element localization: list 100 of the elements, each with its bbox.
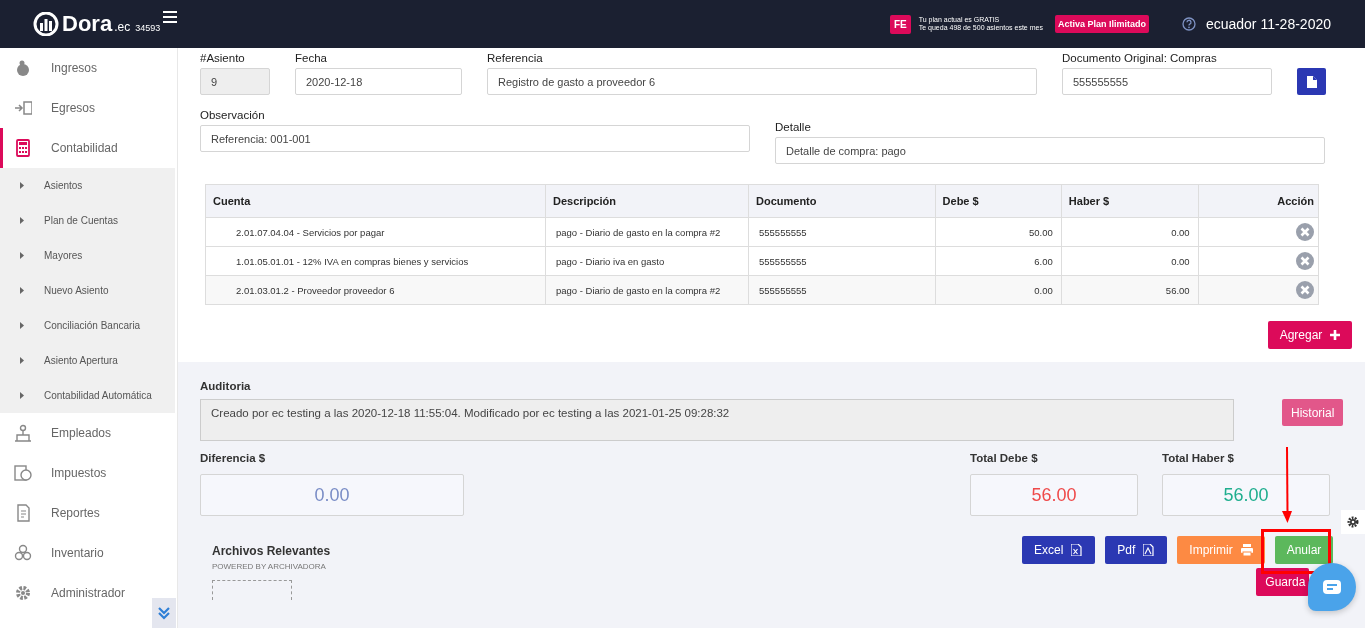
table-cell: 2.01.07.04.04 - Servicios por pagar [205,217,546,247]
submenu-item[interactable]: Asientos [0,168,175,203]
sidebar-item[interactable]: Administrador [0,573,177,613]
audit-text-area: Creado por ec testing a las 2020-12-18 11:55:04. Modificado por ec testing a las 2021-01-25 09:28:32 [200,399,1234,441]
submenu-item[interactable]: Nuevo Asiento [0,273,175,308]
sidebar-item[interactable]: Egresos [0,88,177,128]
reference-field[interactable]: Registro de gasto a proveedor 6 [487,68,1037,95]
field-label: Documento Original: Compras [1062,51,1218,66]
user-date: ecuador 11-28-2020 [1205,16,1331,32]
remove-icon [1296,281,1314,299]
table-cell: 555555555 [748,246,936,276]
table-cell: 555555555 [748,217,936,247]
sidebar-icon [14,139,32,157]
column-header: Documento [748,184,936,218]
table-cell: 0.00 [1061,246,1199,276]
plus-icon [1330,330,1341,340]
caret-icon [20,217,24,224]
field-label: Observación [200,108,266,123]
sidebar-icon [14,584,32,602]
caret-icon [20,357,24,364]
table-cell: pago - Diario de gasto en la compra #2 [545,217,749,247]
settings-button[interactable] [1341,510,1365,534]
table-cell: 1.01.05.01.01 - 12% IVA en compras bienes y servicios [205,246,546,276]
document-field[interactable]: 555555555 [1062,68,1272,95]
column-header: Haber $ [1061,184,1199,218]
column-header: Acción [1198,184,1319,218]
sidebar-icon [14,59,32,77]
caret-icon [20,322,24,329]
scroll-down-button[interactable] [152,598,176,628]
sidebar-icon [14,424,32,442]
table-cell: 0.00 [1061,217,1199,247]
table-cell: 6.00 [935,246,1062,276]
table-cell: pago - Diario de gasto en la compra #2 [545,275,749,305]
chart-logo-icon [32,12,60,36]
column-header: Descripción [545,184,749,218]
settings-icon [1347,516,1359,528]
remove-icon [1296,252,1314,270]
file-drop-zone[interactable] [212,580,292,600]
total-value-field: 56.00 [1162,474,1330,516]
date-field[interactable]: 2020-12-18 [295,68,462,95]
chat-button[interactable] [1308,563,1356,611]
entry-number-field[interactable]: 9 [200,68,270,95]
sidebar-icon [14,464,32,482]
powered-by-text: POWERED BY ARCHIVADORA [212,562,327,571]
submenu-item[interactable]: Plan de Cuentas [0,203,175,238]
pdf-file-icon [1143,544,1156,556]
double-chevron-icon [157,606,171,620]
document-icon [1306,75,1317,88]
printer-icon [1240,544,1253,556]
menu-icon [163,11,178,23]
save-button[interactable]: Guarda [1256,568,1310,596]
sidebar-icon [14,544,32,562]
caret-icon [20,252,24,259]
detail-field[interactable]: Detalle de compra: pago [775,137,1325,164]
sidebar-item[interactable]: Reportes [0,493,177,533]
section-title: Archivos Relevantes [212,544,331,558]
field-label: Detalle [775,120,812,135]
document-button[interactable] [1297,68,1326,95]
total-value-field: 0.00 [200,474,464,516]
upgrade-button[interactable]: Activa Plan Ilimitado [1054,15,1149,33]
caret-icon [20,392,24,399]
table-cell: 50.00 [935,217,1062,247]
field-label: Referencia [487,51,544,66]
field-label: Total Debe $ [970,451,1039,466]
sidebar-item[interactable]: Inventario [0,533,177,573]
field-label: Fecha [295,51,328,66]
field-label: Diferencia $ [200,451,267,466]
column-header: Debe $ [935,184,1062,218]
sidebar-item[interactable]: Empleados [0,413,177,453]
sidebar-item[interactable]: Ingresos [0,48,177,88]
spreadsheet-file-icon [1071,544,1084,556]
sidebar-icon [14,99,32,117]
chat-icon [1323,580,1341,594]
remove-icon [1296,223,1314,241]
table-cell: 2.01.03.01.2 - Proveedor proveedor 6 [205,275,546,305]
field-label: Total Haber $ [1162,451,1235,466]
total-value-field: 56.00 [970,474,1138,516]
submenu-item[interactable]: Contabilidad Automática [0,378,175,413]
sidebar-item[interactable]: Impuestos [0,453,177,493]
sidebar-icon [14,504,32,522]
caret-icon [20,287,24,294]
submenu-item[interactable]: Mayores [0,238,175,273]
history-button[interactable]: Historial [1282,399,1344,426]
caret-icon [20,182,24,189]
column-header: Cuenta [205,184,546,218]
account-number: 34593 [135,23,161,33]
help-icon [1181,17,1196,31]
submenu-item[interactable]: Asiento Apertura [0,343,175,378]
table-cell: pago - Diario iva en gasto [545,246,749,276]
submenu-item[interactable]: Conciliación Bancaria [0,308,175,343]
field-label: Auditoria [200,379,252,394]
plan-badge: FE [889,14,911,34]
field-label: #Asiento [200,51,246,66]
excel-button[interactable]: Excel [1021,536,1096,564]
add-button[interactable]: Agregar [1267,321,1353,349]
pdf-button[interactable]: Pdf [1105,536,1168,564]
table-cell: 555555555 [748,275,936,305]
table-cell: 56.00 [1061,275,1199,305]
logo-text: Dora [62,11,113,37]
observation-field[interactable]: Referencia: 001-001 [200,125,750,152]
